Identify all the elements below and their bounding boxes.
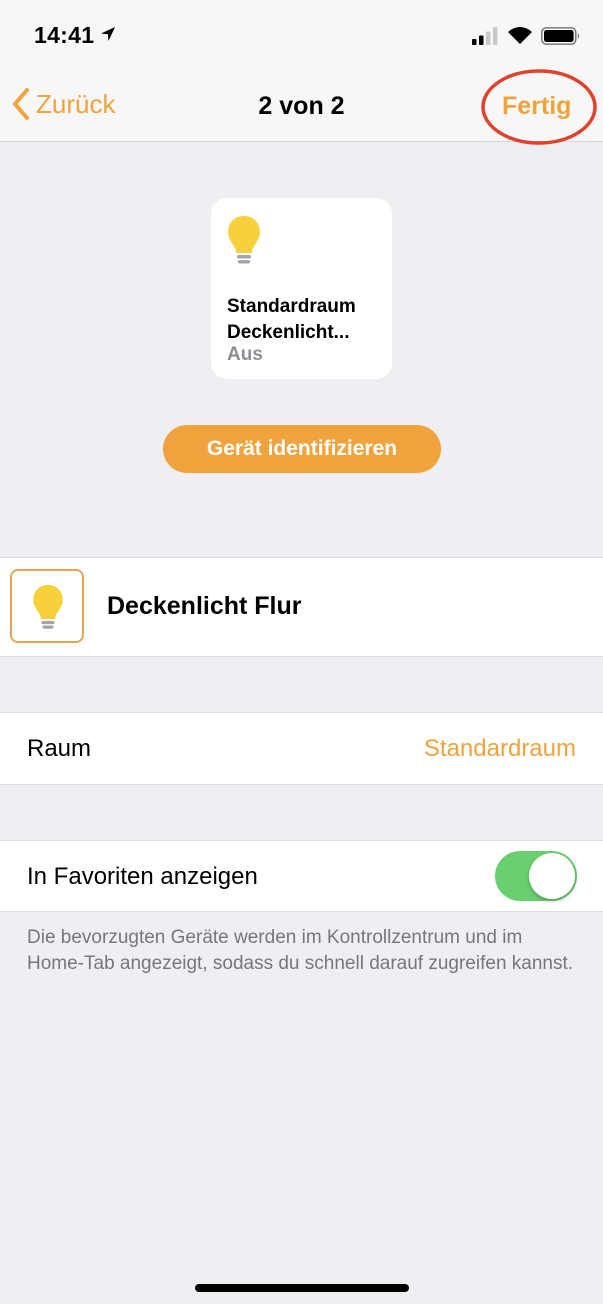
highlight-circle: [481, 69, 597, 145]
status-time: 14:41: [34, 22, 95, 48]
toggle-knob: [529, 853, 575, 899]
signal-icon: [472, 27, 500, 50]
wifi-icon: [507, 25, 533, 50]
lightbulb-icon: [33, 584, 63, 629]
status-bar: 14:41: [0, 0, 603, 70]
device-icon-button[interactable]: [10, 569, 84, 643]
favorites-footnote: Die bevorzugten Geräte werden im Kontrol…: [27, 927, 574, 974]
favorites-row: In Favoriten anzeigen: [0, 840, 603, 912]
room-value: Standardraum: [423, 735, 576, 762]
favorites-label: In Favoriten anzeigen: [27, 863, 258, 890]
lightbulb-icon: [228, 216, 260, 264]
home-indicator[interactable]: [195, 1284, 409, 1292]
device-name-row: Deckenlicht Flur: [0, 557, 603, 657]
room-row[interactable]: Raum Standardraum: [0, 712, 603, 785]
device-name-field[interactable]: Deckenlicht Flur: [107, 592, 302, 621]
tile-state: Aus: [227, 344, 263, 365]
location-arrow-icon: [100, 26, 116, 47]
identify-device-button[interactable]: Gerät identifizieren: [163, 425, 441, 473]
accessory-tile[interactable]: Standardraum Deckenlicht... Aus: [211, 198, 392, 379]
room-label: Raum: [27, 735, 92, 762]
favorites-toggle[interactable]: [495, 851, 577, 901]
tile-name: Standardraum Deckenlicht...: [227, 296, 356, 343]
battery-icon: [541, 27, 581, 50]
